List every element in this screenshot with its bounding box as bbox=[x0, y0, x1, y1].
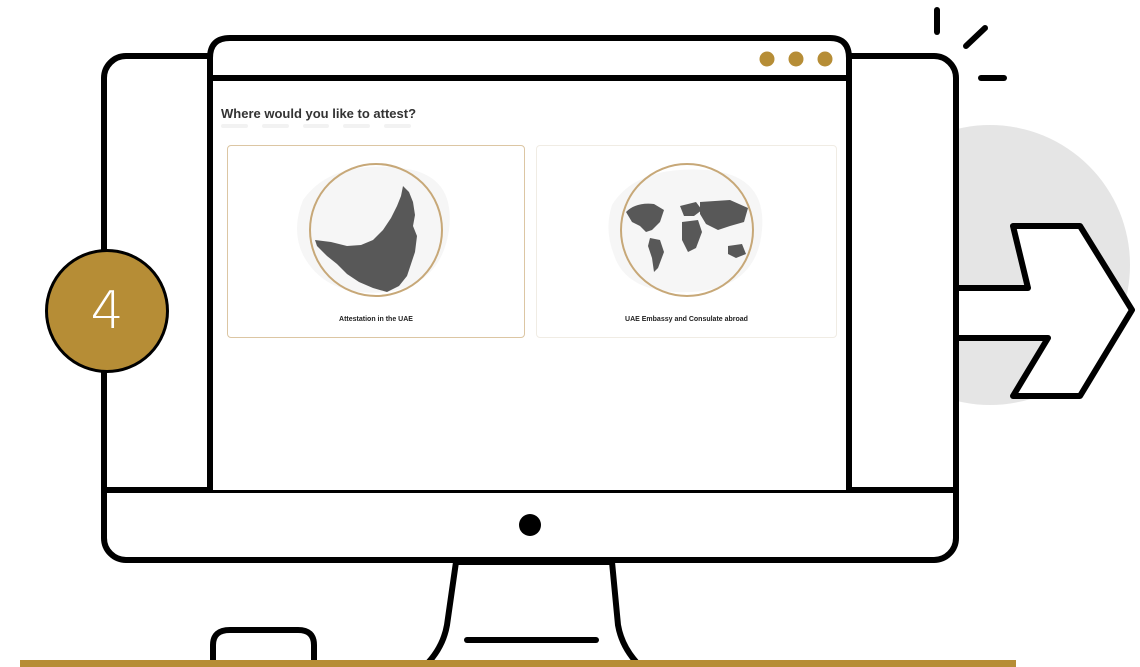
option-label: Attestation in the UAE bbox=[339, 316, 413, 323]
window-dot bbox=[759, 51, 775, 67]
monitor-stand bbox=[422, 559, 643, 667]
window-dot bbox=[817, 51, 833, 67]
world-map-icon bbox=[607, 163, 762, 297]
option-label: UAE Embassy and Consulate abroad bbox=[625, 316, 748, 323]
page-question: Where would you like to attest? bbox=[221, 106, 417, 121]
camera-dot bbox=[519, 514, 541, 536]
browser-content: Where would you like to attest? Attestat… bbox=[213, 82, 846, 488]
faded-subtitle bbox=[221, 124, 411, 132]
uae-map-icon bbox=[297, 163, 450, 297]
option-attestation-uae[interactable]: Attestation in the UAE bbox=[227, 145, 525, 338]
window-dot bbox=[788, 51, 804, 67]
desk-bar bbox=[20, 660, 1016, 667]
option-embassy-abroad[interactable]: UAE Embassy and Consulate abroad bbox=[536, 145, 837, 338]
step-number-badge: 4 bbox=[45, 249, 169, 373]
